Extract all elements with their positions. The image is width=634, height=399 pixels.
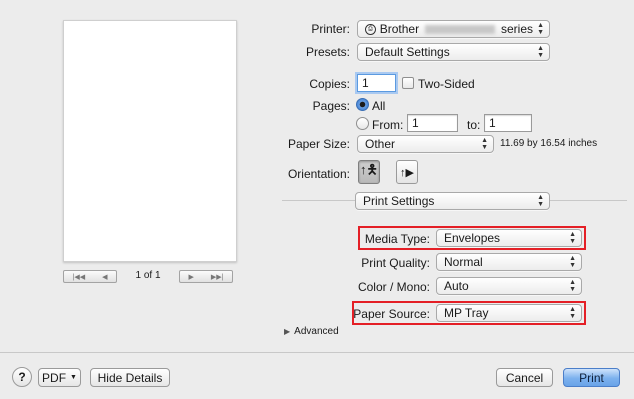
pdf-menu-button[interactable]: PDF ▼: [38, 368, 81, 387]
landscape-icon: ↑▶: [400, 166, 414, 179]
cancel-label: Cancel: [505, 370, 544, 385]
paper-size-value: Other: [365, 137, 396, 151]
paper-size-dimensions: 11.69 by 16.54 inches: [500, 138, 598, 149]
popup-arrows-icon: ▲ ▼: [481, 137, 488, 151]
last-page-button[interactable]: ▶▶|: [211, 273, 224, 281]
paper-source-popup[interactable]: MP Tray ▲ ▼: [436, 304, 582, 322]
advanced-label: Advanced: [294, 326, 339, 337]
presets-label: Presets:: [305, 45, 350, 59]
printer-brand: Brother: [379, 22, 420, 36]
popup-arrows-icon: ▲ ▼: [537, 194, 544, 208]
popup-arrows-icon: ▲ ▼: [569, 255, 576, 269]
popup-arrows-icon: ▲ ▼: [569, 231, 576, 245]
color-mono-value: Auto: [444, 279, 469, 293]
presets-value: Default Settings: [365, 45, 450, 59]
section-popup[interactable]: Print Settings ▲ ▼: [355, 192, 550, 210]
preview-nav-back-group: |◀◀ ◀: [63, 270, 117, 283]
presets-popup[interactable]: Default Settings ▲ ▼: [357, 43, 550, 61]
first-page-button[interactable]: |◀◀: [73, 273, 86, 281]
paper-source-value: MP Tray: [444, 306, 489, 320]
color-mono-popup[interactable]: Auto ▲ ▼: [436, 277, 582, 295]
pages-label: Pages:: [312, 99, 350, 113]
print-quality-value: Normal: [444, 255, 483, 269]
disclosure-triangle-icon: ▶: [284, 327, 291, 336]
next-page-button[interactable]: ▶: [189, 273, 194, 281]
pages-to-value: 1: [489, 116, 496, 130]
two-sided-label: Two-Sided: [418, 77, 475, 91]
portrait-icon: ↑​🯅: [360, 162, 378, 177]
pages-from-field[interactable]: 1: [407, 114, 458, 132]
page-indicator: 1 of 1: [135, 270, 161, 281]
copies-field[interactable]: 1: [357, 74, 396, 92]
orientation-landscape-button[interactable]: ↑▶: [396, 160, 418, 184]
help-button[interactable]: ?: [12, 367, 32, 387]
preview-nav-forward-group: ▶ ▶▶|: [179, 270, 233, 283]
media-type-value: Envelopes: [444, 231, 501, 245]
hide-details-button[interactable]: Hide Details: [90, 368, 170, 387]
paper-size-label: Paper Size:: [287, 137, 350, 151]
section-value: Print Settings: [363, 194, 435, 208]
page-preview: [63, 20, 237, 262]
pages-all-radio[interactable]: [356, 98, 369, 111]
print-button[interactable]: Print: [563, 368, 620, 387]
pages-from-radio[interactable]: [356, 117, 369, 130]
print-quality-popup[interactable]: Normal ▲ ▼: [436, 253, 582, 271]
pages-to-field[interactable]: 1: [484, 114, 532, 132]
help-icon: ?: [18, 370, 26, 384]
media-type-popup[interactable]: Envelopes ▲ ▼: [436, 229, 582, 247]
popup-arrows-icon: ▲ ▼: [537, 45, 544, 59]
popup-arrows-icon: ▲ ▼: [537, 22, 544, 36]
paper-size-popup[interactable]: Other ▲ ▼: [357, 135, 494, 153]
popup-arrows-icon: ▲ ▼: [569, 279, 576, 293]
orientation-portrait-button[interactable]: ↑​🯅: [358, 160, 380, 184]
cancel-button[interactable]: Cancel: [496, 368, 553, 387]
pages-from-label: From:: [372, 118, 404, 132]
hide-details-label: Hide Details: [97, 370, 163, 385]
printer-model-blur: [425, 24, 495, 34]
printer-icon: ⎙: [365, 23, 376, 35]
print-label: Print: [579, 370, 604, 385]
color-mono-label: Color / Mono:: [357, 280, 430, 294]
media-type-label: Media Type:: [364, 232, 430, 246]
pages-from-value: 1: [412, 116, 419, 130]
printer-popup[interactable]: ⎙ Brother series ▲ ▼: [357, 20, 550, 38]
popup-arrows-icon: ▲ ▼: [569, 306, 576, 320]
printer-suffix: series: [500, 22, 533, 36]
print-quality-label: Print Quality:: [361, 256, 430, 270]
printer-label: Printer:: [311, 22, 350, 36]
footer-separator: [0, 352, 634, 353]
paper-source-label: Paper Source:: [353, 307, 430, 321]
advanced-disclosure[interactable]: ▶ Advanced: [284, 326, 339, 337]
copies-value: 1: [362, 76, 369, 90]
two-sided-checkbox[interactable]: [402, 77, 414, 89]
pages-to-label: to:: [467, 118, 481, 132]
pages-all-label: All: [372, 99, 386, 113]
chevron-down-icon: ▼: [70, 374, 77, 381]
copies-label: Copies:: [309, 77, 350, 91]
orientation-label: Orientation:: [287, 167, 350, 181]
previous-page-button[interactable]: ◀: [102, 273, 107, 281]
pdf-label: PDF: [42, 370, 67, 385]
